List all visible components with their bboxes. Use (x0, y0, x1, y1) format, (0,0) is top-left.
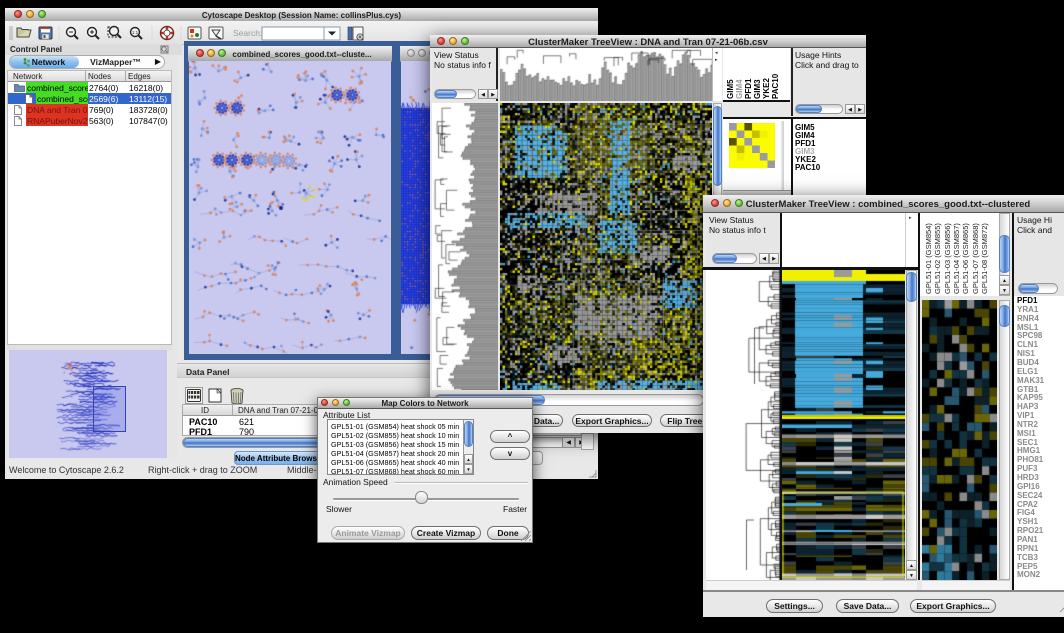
svg-text:1:1: 1:1 (132, 30, 139, 35)
svg-text:Search:: Search: (233, 28, 262, 38)
